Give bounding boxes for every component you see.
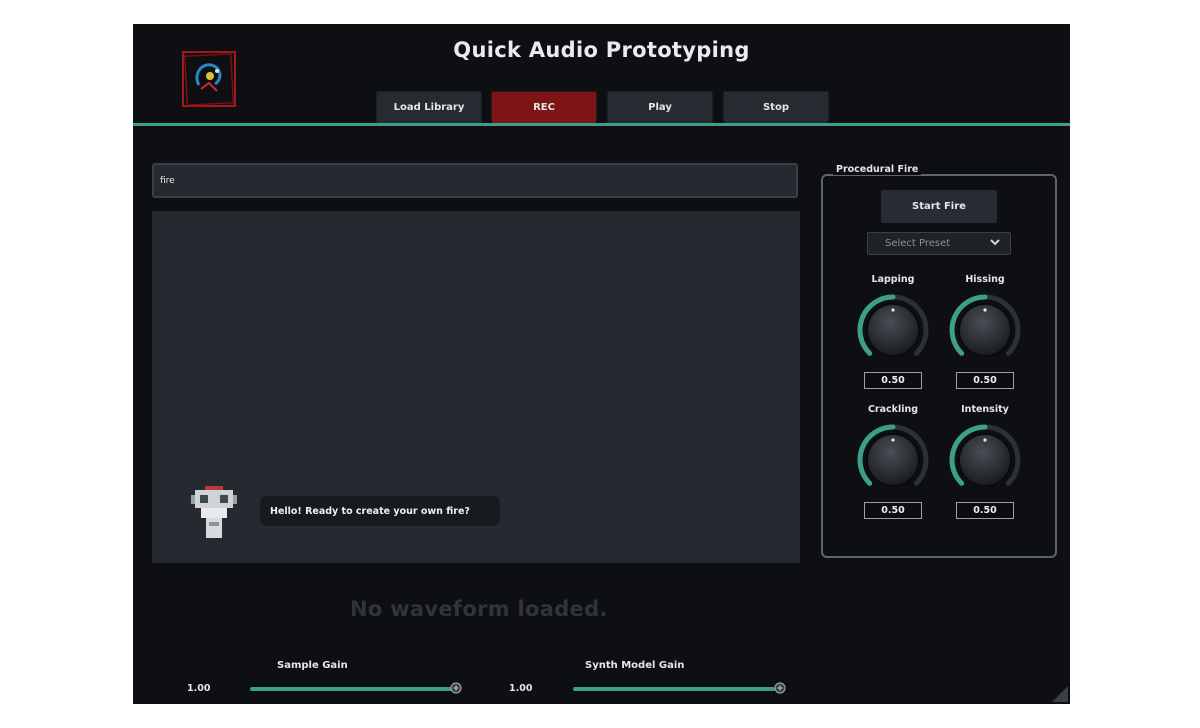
lapping-value[interactable]: 0.50 — [864, 372, 922, 389]
preset-select-label: Select Preset — [885, 238, 951, 249]
crackling-value[interactable]: 0.50 — [864, 502, 922, 519]
lapping-knob[interactable] — [854, 291, 932, 369]
intensity-value[interactable]: 0.50 — [956, 502, 1014, 519]
knob-label-intensity: Intensity — [961, 404, 1009, 415]
app-title: Quick Audio Prototyping — [453, 38, 750, 62]
stop-button[interactable]: Stop — [723, 91, 829, 124]
knob-label-lapping: Lapping — [871, 274, 915, 285]
synth-gain-label: Synth Model Gain — [585, 660, 685, 671]
robot-avatar-icon — [191, 486, 237, 538]
app-window: Quick Audio Prototyping Load Library REC… — [133, 24, 1070, 704]
chevron-down-icon — [990, 239, 1000, 246]
preset-select[interactable]: Select Preset — [867, 232, 1011, 255]
header-divider — [133, 123, 1070, 126]
hissing-value[interactable]: 0.50 — [956, 372, 1014, 389]
assistant-message: Hello! Ready to create your own fire? — [260, 496, 500, 526]
knob-label-hissing: Hissing — [965, 274, 1005, 285]
load-library-button[interactable]: Load Library — [376, 91, 482, 124]
resize-handle-icon[interactable] — [1052, 686, 1068, 702]
sample-gain-value: 1.00 — [187, 683, 211, 694]
synth-gain-value: 1.00 — [509, 683, 533, 694]
start-fire-button[interactable]: Start Fire — [881, 190, 997, 223]
sample-gain-label: Sample Gain — [277, 660, 348, 671]
sample-gain-track[interactable] — [250, 687, 452, 691]
knob-label-crackling: Crackling — [867, 404, 919, 415]
hissing-knob[interactable] — [946, 291, 1024, 369]
synth-gain-thumb[interactable] — [774, 682, 786, 694]
rec-button[interactable]: REC — [491, 91, 597, 124]
waveform-empty-text: No waveform loaded. — [350, 597, 608, 621]
intensity-knob[interactable] — [946, 421, 1024, 499]
crackling-knob[interactable] — [854, 421, 932, 499]
sample-gain-thumb[interactable] — [450, 682, 462, 694]
play-button[interactable]: Play — [607, 91, 713, 124]
panel-title: Procedural Fire — [833, 164, 922, 175]
search-input[interactable] — [152, 163, 798, 198]
synth-gain-track[interactable] — [573, 687, 775, 691]
